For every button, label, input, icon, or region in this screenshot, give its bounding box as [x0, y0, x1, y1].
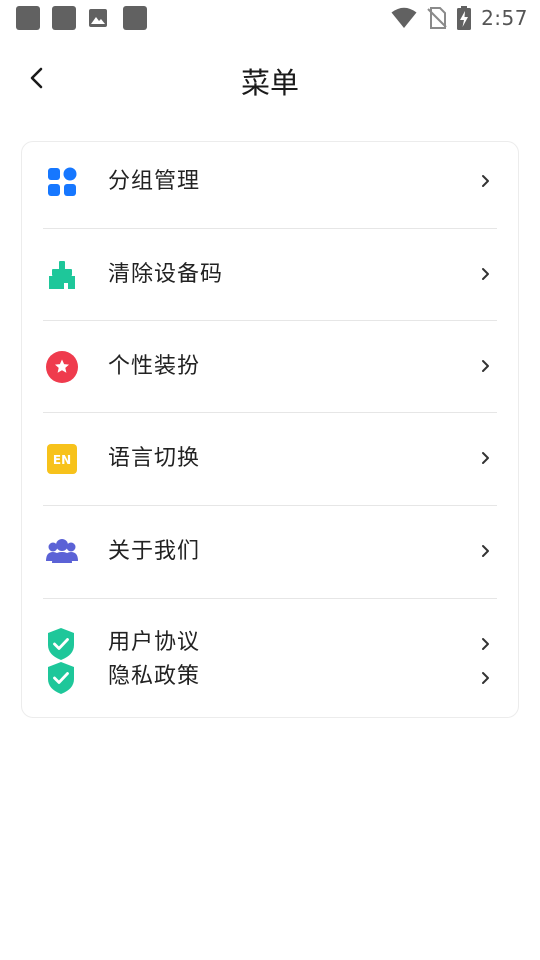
chevron-right-icon	[482, 452, 489, 464]
people-group-icon	[46, 536, 78, 568]
notification-square-icon	[123, 6, 147, 30]
status-bar: 2:57	[0, 0, 540, 36]
menu-item-label: 隐私政策	[108, 664, 201, 689]
menu-item-label: 清除设备码	[108, 262, 224, 287]
chevron-right-icon	[482, 360, 489, 372]
chevron-right-icon	[482, 545, 489, 557]
status-time: 2:57	[481, 6, 528, 30]
en-language-icon: EN	[46, 443, 78, 475]
chevron-right-icon	[482, 175, 489, 187]
menu-item-about-us[interactable]: 关于我们	[22, 506, 518, 598]
svg-text:EN: EN	[53, 453, 71, 467]
menu-item-privacy-policy[interactable]: 隐私政策	[22, 661, 518, 695]
menu-item-label: 用户协议	[108, 630, 201, 655]
divider	[43, 598, 497, 599]
battery-charging-icon	[457, 6, 472, 30]
notification-square-icon	[16, 6, 40, 30]
menu-item-personalization[interactable]: 个性装扮	[22, 321, 518, 413]
star-badge-icon	[46, 351, 78, 383]
chevron-right-icon	[482, 672, 489, 684]
menu-item-label: 关于我们	[108, 539, 201, 564]
menu-item-language-switch[interactable]: EN 语言切换	[22, 413, 518, 505]
shield-check-icon	[48, 628, 74, 660]
menu-card: 分组管理 清除设备码 个性装扮 EN 语言切换 关于我们 用户协议 隐私政策	[21, 141, 519, 718]
menu-item-label: 分组管理	[108, 169, 201, 194]
chevron-right-icon	[482, 638, 489, 650]
app-header: 菜单	[0, 48, 540, 112]
menu-item-user-agreement[interactable]: 用户协议	[22, 627, 518, 661]
no-sim-icon	[427, 7, 447, 29]
wifi-icon	[391, 7, 417, 28]
broom-icon	[46, 259, 78, 291]
notification-square-icon	[52, 6, 76, 30]
shield-check-icon	[48, 662, 74, 694]
menu-item-label: 语言切换	[108, 446, 201, 471]
menu-item-group-management[interactable]: 分组管理	[22, 142, 518, 234]
menu-item-label: 个性装扮	[108, 354, 201, 379]
menu-item-clear-device-code[interactable]: 清除设备码	[22, 229, 518, 321]
grid-apps-icon	[46, 166, 78, 198]
page-title: 菜单	[240, 66, 299, 100]
chevron-right-icon	[482, 268, 489, 280]
image-icon	[89, 9, 107, 27]
